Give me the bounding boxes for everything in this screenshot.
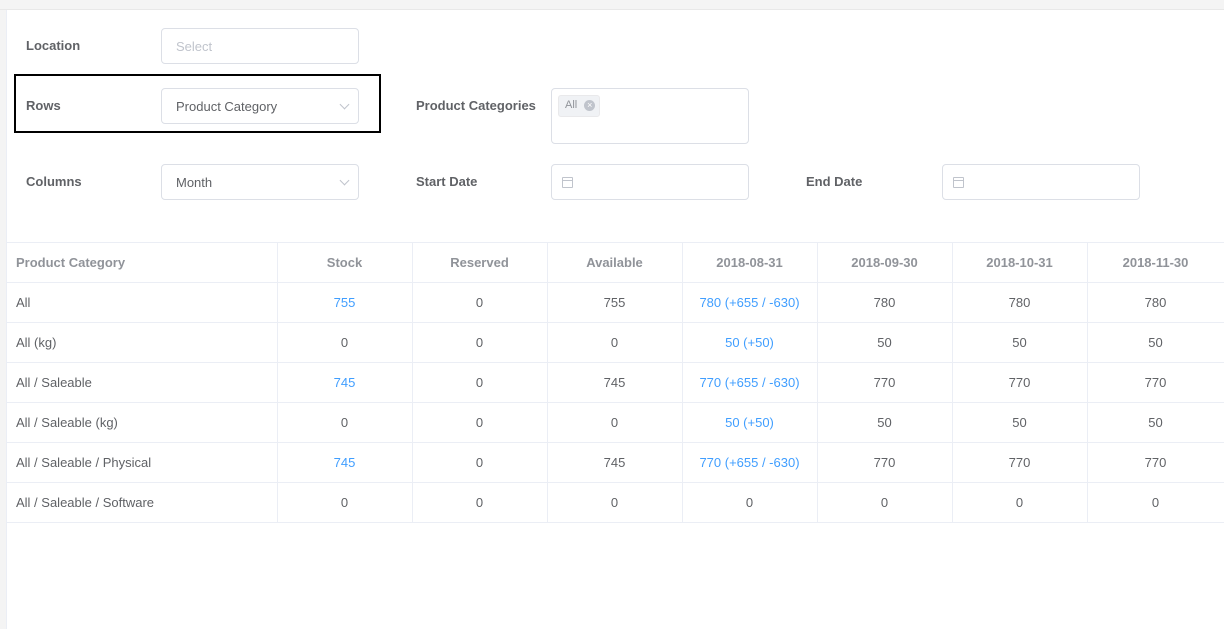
column-header[interactable]: 2018-11-30	[1086, 242, 1224, 283]
table-cell: 0	[411, 402, 548, 443]
columns-value: Month	[176, 175, 213, 190]
table-cell: 0	[681, 482, 818, 523]
table-cell: All / Saleable	[7, 362, 278, 403]
chevron-down-icon	[339, 175, 350, 186]
column-header[interactable]: Product Category	[7, 242, 278, 283]
table-cell: 745	[546, 362, 683, 403]
column-header[interactable]: 2018-08-31	[681, 242, 818, 283]
table-cell: 780	[1086, 282, 1224, 323]
location-label: Location	[26, 38, 81, 53]
month-detail-link[interactable]: 780 (+655 / -630)	[681, 282, 818, 323]
product-categories-label: Product Categories	[416, 98, 536, 113]
stock-table: Product Category Stock Reserved Availabl…	[7, 242, 1224, 523]
column-header[interactable]: 2018-10-31	[951, 242, 1088, 283]
calendar-icon	[953, 177, 964, 188]
stock-link[interactable]: 745	[276, 362, 413, 403]
location-select[interactable]: Select	[161, 28, 359, 64]
table-cell: 770	[951, 442, 1088, 483]
table-cell: 770	[816, 442, 953, 483]
top-bar	[0, 0, 1224, 10]
table-cell: 780	[951, 282, 1088, 323]
table-cell: All	[7, 282, 278, 323]
stock-link[interactable]: 745	[276, 442, 413, 483]
table-cell: 50	[951, 402, 1088, 443]
table-cell: 50	[1086, 402, 1224, 443]
close-icon[interactable]: ×	[584, 100, 596, 111]
table-cell: 770	[1086, 442, 1224, 483]
table-row: All / Saleable / Physical 745 0 745 770 …	[7, 442, 1224, 483]
table-cell: All / Saleable / Physical	[7, 442, 278, 483]
table-cell: 770	[816, 362, 953, 403]
location-placeholder: Select	[176, 39, 213, 54]
table-row: All / Saleable / Software 0 0 0 0 0 0 0	[7, 482, 1224, 523]
stock-link[interactable]: 755	[276, 282, 413, 323]
calendar-icon	[562, 177, 573, 188]
table-row: All / Saleable 745 0 745 770 (+655 / -63…	[7, 362, 1224, 403]
table-row: All / Saleable (kg) 0 0 0 50 (+50) 50 50…	[7, 402, 1224, 443]
table-cell: 0	[411, 482, 548, 523]
table-cell: 0	[276, 482, 413, 523]
start-date-input[interactable]	[551, 164, 749, 200]
column-header[interactable]: Stock	[276, 242, 413, 283]
rows-highlight-box	[14, 74, 381, 133]
column-header[interactable]: 2018-09-30	[816, 242, 953, 283]
table-cell: 0	[411, 362, 548, 403]
table-cell: 0	[546, 322, 683, 363]
table-cell: 770	[951, 362, 1088, 403]
column-header[interactable]: Reserved	[411, 242, 548, 283]
category-tag: All ×	[558, 95, 601, 117]
table-cell: 0	[276, 402, 413, 443]
category-tag-label: All	[565, 99, 578, 111]
column-header[interactable]: Available	[546, 242, 683, 283]
table-cell: All / Saleable / Software	[7, 482, 278, 523]
table-header-row: Product Category Stock Reserved Availabl…	[7, 242, 1224, 283]
table-cell: 50	[816, 322, 953, 363]
columns-select[interactable]: Month	[161, 164, 359, 200]
table-cell: 50	[951, 322, 1088, 363]
table-cell: 0	[816, 482, 953, 523]
columns-label: Columns	[26, 174, 82, 189]
start-date-label: Start Date	[416, 174, 478, 189]
table-cell: 745	[546, 442, 683, 483]
table-row: All (kg) 0 0 0 50 (+50) 50 50 50	[7, 322, 1224, 363]
month-detail-link[interactable]: 50 (+50)	[681, 402, 818, 443]
table-cell: 0	[411, 322, 548, 363]
product-categories-select[interactable]: All ×	[551, 88, 749, 144]
table-cell: 0	[276, 322, 413, 363]
table-cell: 780	[816, 282, 953, 323]
table-cell: All (kg)	[7, 322, 278, 363]
end-date-label: End Date	[806, 174, 863, 189]
month-detail-link[interactable]: 770 (+655 / -630)	[681, 442, 818, 483]
table-cell: 770	[1086, 362, 1224, 403]
table-cell: 50	[1086, 322, 1224, 363]
table-cell: 0	[1086, 482, 1224, 523]
month-detail-link[interactable]: 50 (+50)	[681, 322, 818, 363]
table-cell: 0	[951, 482, 1088, 523]
table-cell: 50	[816, 402, 953, 443]
table-cell: 0	[546, 482, 683, 523]
table-row: All 755 0 755 780 (+655 / -630) 780 780 …	[7, 282, 1224, 323]
table-cell: 0	[411, 442, 548, 483]
table-cell: 0	[411, 282, 548, 323]
table-cell: 755	[546, 282, 683, 323]
month-detail-link[interactable]: 770 (+655 / -630)	[681, 362, 818, 403]
end-date-input[interactable]	[942, 164, 1140, 200]
table-cell: 0	[546, 402, 683, 443]
table-cell: All / Saleable (kg)	[7, 402, 278, 443]
